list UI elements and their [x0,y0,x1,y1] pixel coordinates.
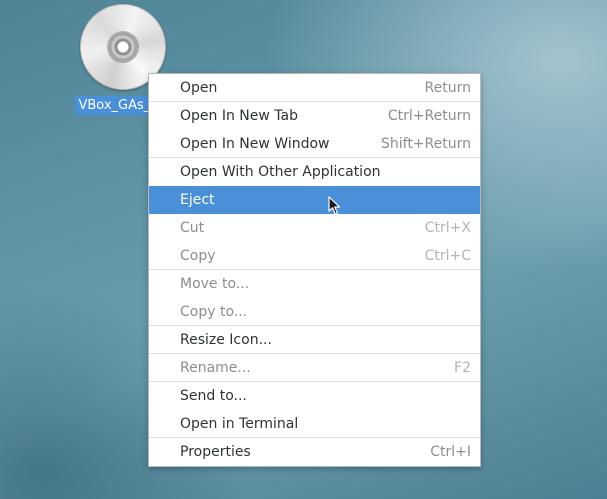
menu-item-label: Rename... [180,360,251,376]
menu-item-shortcut: Ctrl+C [424,248,471,264]
context-menu: Open Return Open In New Tab Ctrl+Return … [148,73,481,467]
menu-item-copy[interactable]: Copy Ctrl+C [149,242,480,270]
menu-item-label: Open In New Window [180,136,330,152]
menu-item-open-in-terminal[interactable]: Open in Terminal [149,410,480,438]
menu-item-open-in-new-window[interactable]: Open In New Window Shift+Return [149,130,480,158]
menu-item-resize-icon[interactable]: Resize Icon... [149,326,480,354]
menu-item-label: Send to... [180,388,247,404]
menu-item-label: Open [180,80,218,96]
menu-item-open-in-new-tab[interactable]: Open In New Tab Ctrl+Return [149,102,480,130]
menu-item-rename[interactable]: Rename... F2 [149,354,480,382]
menu-item-label: Properties [180,444,251,460]
menu-item-label: Open In New Tab [180,108,298,124]
menu-item-copy-to[interactable]: Copy to... [149,298,480,326]
menu-item-label: Resize Icon... [180,332,272,348]
menu-item-move-to[interactable]: Move to... [149,270,480,298]
menu-item-send-to[interactable]: Send to... [149,382,480,410]
menu-item-label: Eject [180,192,215,208]
menu-item-label: Cut [180,220,205,236]
menu-item-shortcut: F2 [454,360,471,376]
menu-item-label: Open With Other Application [180,164,381,180]
menu-item-shortcut: Ctrl+I [430,444,471,460]
menu-item-label: Move to... [180,276,250,292]
menu-item-properties[interactable]: Properties Ctrl+I [149,438,480,466]
menu-item-shortcut: Shift+Return [380,136,471,152]
menu-item-eject[interactable]: Eject [149,186,480,214]
menu-item-label: Copy [180,248,216,264]
menu-item-cut[interactable]: Cut Ctrl+X [149,214,480,242]
menu-item-open[interactable]: Open Return [149,74,480,102]
menu-item-label: Open in Terminal [180,416,299,432]
menu-item-shortcut: Ctrl+X [424,220,471,236]
menu-item-shortcut: Ctrl+Return [387,108,471,124]
mouse-pointer-icon [328,196,341,215]
disc-hub [107,32,138,62]
menu-item-label: Copy to... [180,304,248,320]
menu-item-open-with-other-application[interactable]: Open With Other Application [149,158,480,186]
menu-item-shortcut: Return [424,80,471,96]
